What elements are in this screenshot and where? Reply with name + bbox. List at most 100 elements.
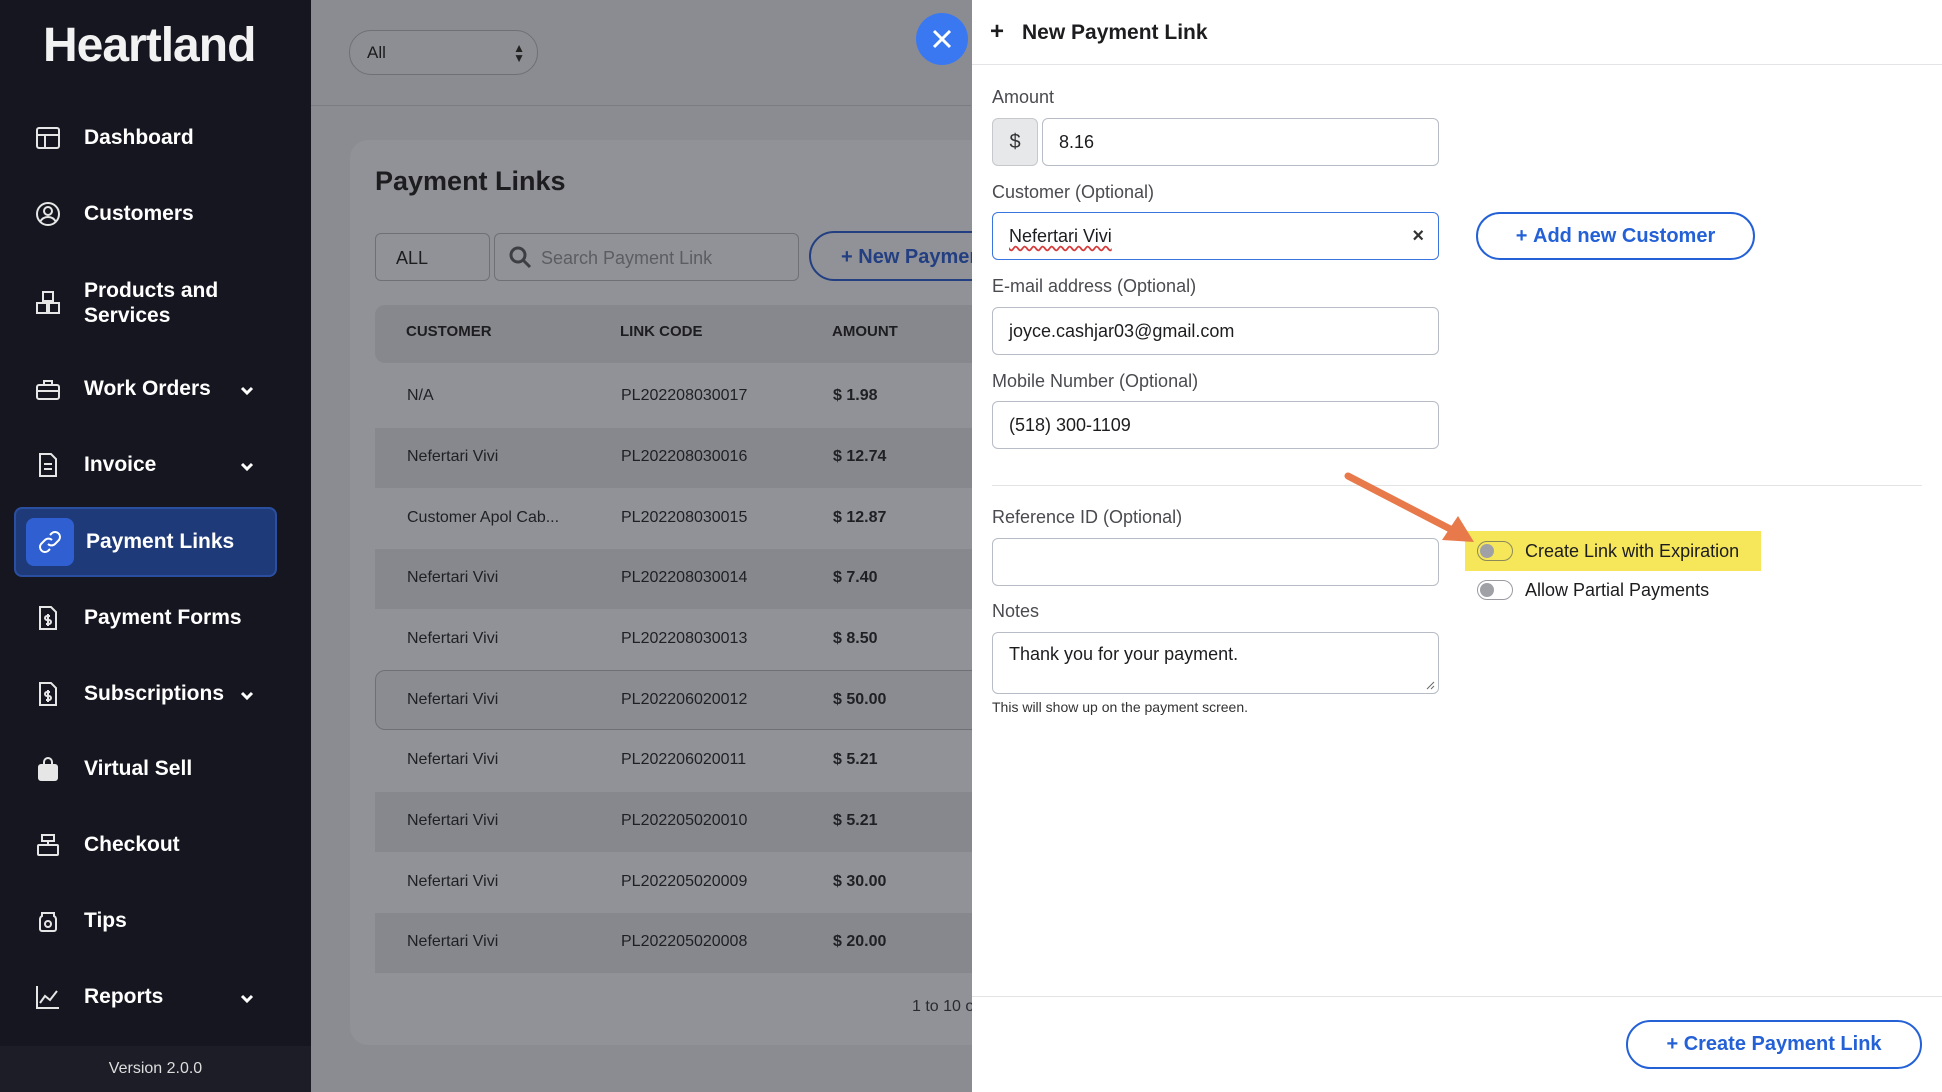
column-header-link-code: LINK CODE bbox=[620, 323, 703, 340]
search-input[interactable]: Search Payment Link bbox=[494, 233, 799, 281]
search-icon bbox=[507, 244, 533, 275]
sidebar-item-tips[interactable]: Tips bbox=[14, 887, 277, 955]
table-row[interactable]: Nefertari Vivi PL202205020009 $ 30.00 bbox=[375, 853, 985, 913]
row-customer: Nefertari Vivi bbox=[407, 751, 499, 768]
sidebar-item-subscriptions[interactable]: Subscriptions bbox=[14, 660, 277, 728]
sidebar-item-work-orders[interactable]: Work Orders bbox=[14, 355, 277, 423]
table-row[interactable]: N/A PL202208030017 $ 1.98 bbox=[375, 367, 985, 427]
recurring-document-icon bbox=[34, 680, 62, 708]
plus-icon: + bbox=[990, 18, 1005, 45]
page-title: Payment Links bbox=[375, 166, 566, 196]
table-row[interactable]: Nefertari Vivi PL202208030014 $ 7.40 bbox=[375, 549, 985, 609]
email-input[interactable]: joyce.cashjar03@gmail.com bbox=[992, 307, 1439, 355]
sidebar-item-invoice[interactable]: Invoice bbox=[14, 431, 277, 499]
annotation-arrow-icon bbox=[1344, 472, 1474, 542]
sidebar-item-label: Customers bbox=[84, 202, 194, 225]
row-amount: $ 8.50 bbox=[833, 630, 878, 647]
mobile-label: Mobile Number (Optional) bbox=[992, 371, 1199, 391]
sidebar-item-customers[interactable]: Customers bbox=[14, 180, 277, 248]
table-row[interactable]: Nefertari Vivi PL202206020012 $ 50.00 bbox=[375, 670, 985, 730]
row-amount: $ 1.98 bbox=[833, 387, 878, 404]
sidebar-item-label: Reports bbox=[84, 985, 164, 1008]
row-link-code: PL202205020008 bbox=[621, 933, 748, 950]
expiration-toggle[interactable] bbox=[1477, 541, 1513, 561]
chevron-down-icon[interactable] bbox=[239, 686, 255, 710]
row-amount: $ 50.00 bbox=[833, 691, 887, 708]
resize-handle-icon[interactable] bbox=[1425, 680, 1435, 690]
filter-select[interactable]: ALL bbox=[375, 233, 490, 281]
row-amount: $ 7.40 bbox=[833, 569, 878, 586]
row-customer: Nefertari Vivi bbox=[407, 873, 499, 890]
row-amount: $ 5.21 bbox=[833, 751, 878, 768]
row-customer: Nefertari Vivi bbox=[407, 691, 499, 708]
notes-label: Notes bbox=[992, 601, 1040, 621]
cash-register-icon bbox=[34, 831, 62, 859]
new-payment-link-panel: + New Payment Link Amount $ 8.16 Custome… bbox=[972, 0, 1942, 1092]
table-row[interactable]: Nefertari Vivi PL202205020010 $ 5.21 bbox=[375, 792, 985, 852]
tip-jar-icon bbox=[34, 907, 62, 935]
boxes-icon bbox=[34, 289, 62, 317]
sidebar: Heartland Dashboard Customers Products a… bbox=[0, 0, 311, 1092]
clear-icon[interactable]: × bbox=[1412, 225, 1424, 248]
chevron-down-icon[interactable] bbox=[239, 989, 255, 1013]
panel-header: + New Payment Link bbox=[972, 0, 1942, 65]
toggle-knob bbox=[1480, 583, 1494, 597]
sidebar-item-payment-links[interactable]: Payment Links bbox=[14, 507, 277, 577]
column-header-customer: CUSTOMER bbox=[406, 323, 492, 340]
row-link-code: PL202205020009 bbox=[621, 873, 748, 890]
notes-hint: This will show up on the payment screen. bbox=[992, 699, 1249, 715]
search-placeholder: Search Payment Link bbox=[541, 248, 713, 268]
close-icon bbox=[932, 29, 952, 49]
status-select[interactable]: All ▲ ▼ bbox=[349, 30, 538, 75]
sidebar-item-dashboard[interactable]: Dashboard bbox=[14, 104, 277, 172]
link-icon bbox=[26, 518, 74, 566]
document-icon bbox=[34, 451, 62, 479]
sidebar-item-products[interactable]: Products and Services bbox=[14, 268, 277, 338]
column-header-amount: AMOUNT bbox=[832, 323, 898, 340]
sidebar-item-label: Tips bbox=[84, 909, 127, 932]
notes-textarea[interactable]: Thank you for your payment. bbox=[992, 632, 1439, 694]
row-customer: Nefertari Vivi bbox=[407, 933, 499, 950]
row-amount: $ 5.21 bbox=[833, 812, 878, 829]
create-payment-link-button[interactable]: + Create Payment Link bbox=[1626, 1020, 1922, 1069]
dollar-document-icon bbox=[34, 604, 62, 632]
toolbox-icon bbox=[34, 375, 62, 403]
table-row[interactable]: Customer Apol Cab... PL202208030015 $ 12… bbox=[375, 489, 985, 549]
sidebar-item-label: Payment Links bbox=[86, 530, 235, 553]
chevron-down-icon[interactable] bbox=[239, 381, 255, 405]
customer-label: Customer (Optional) bbox=[992, 182, 1155, 202]
sidebar-item-label: Work Orders bbox=[84, 377, 211, 400]
amount-label: Amount bbox=[992, 87, 1055, 107]
expiration-toggle-row[interactable]: Create Link with Expiration bbox=[1465, 531, 1761, 571]
amount-input[interactable]: 8.16 bbox=[1042, 118, 1439, 166]
table-row[interactable]: Nefertari Vivi PL202205020008 $ 20.00 bbox=[375, 913, 985, 973]
user-circle-icon bbox=[34, 200, 62, 228]
row-customer: Customer Apol Cab... bbox=[407, 509, 560, 526]
chevron-down-icon[interactable] bbox=[239, 457, 255, 481]
sidebar-item-label: Products and bbox=[84, 279, 219, 302]
sidebar-item-payment-forms[interactable]: Payment Forms bbox=[14, 584, 277, 652]
notes-value: Thank you for your payment. bbox=[1009, 644, 1239, 664]
row-link-code: PL202208030014 bbox=[621, 569, 748, 586]
sidebar-item-label: Virtual Sell bbox=[84, 757, 193, 780]
table-row[interactable]: Nefertari Vivi PL202206020011 $ 5.21 bbox=[375, 731, 985, 791]
row-link-code: PL202208030013 bbox=[621, 630, 748, 647]
add-new-customer-button[interactable]: + Add new Customer bbox=[1476, 212, 1755, 260]
partial-payments-toggle-row[interactable]: Allow Partial Payments bbox=[1465, 572, 1709, 608]
row-link-code: PL202208030015 bbox=[621, 509, 748, 526]
sidebar-item-label: Dashboard bbox=[84, 126, 194, 149]
divider bbox=[311, 105, 971, 106]
row-amount: $ 20.00 bbox=[833, 933, 887, 950]
table-row[interactable]: Nefertari Vivi PL202208030013 $ 8.50 bbox=[375, 610, 985, 670]
table-row[interactable]: Nefertari Vivi PL202208030016 $ 12.74 bbox=[375, 428, 985, 488]
close-panel-button[interactable] bbox=[916, 13, 968, 65]
sidebar-item-checkout[interactable]: Checkout bbox=[14, 811, 277, 879]
customer-select[interactable]: Nefertari Vivi × bbox=[992, 212, 1439, 260]
sidebar-item-label: Payment Forms bbox=[84, 606, 242, 629]
sidebar-item-virtual-sell[interactable]: Virtual Sell bbox=[14, 735, 277, 803]
pagination-info: 1 to 10 of bbox=[912, 998, 979, 1015]
partial-payments-toggle[interactable] bbox=[1477, 580, 1513, 600]
mobile-input[interactable]: (518) 300-1109 bbox=[992, 401, 1439, 449]
sidebar-item-reports[interactable]: Reports bbox=[14, 963, 277, 1031]
row-link-code: PL202208030016 bbox=[621, 448, 748, 465]
